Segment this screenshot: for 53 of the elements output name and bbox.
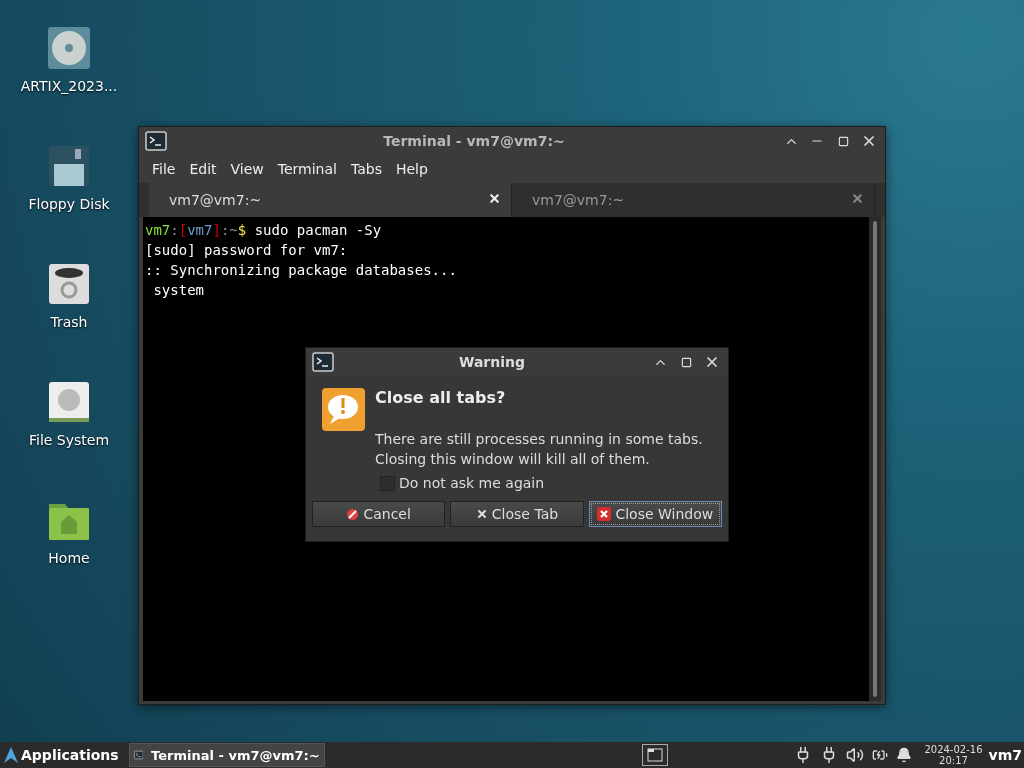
terminal-line: system	[152, 281, 205, 300]
terminal-line: vm7:[vm7]:~$ sudo pacman -Sy	[145, 221, 383, 240]
desktop-icon-label[interactable]: ARTIX_2023...	[20, 78, 118, 94]
show-desktop-button[interactable]	[642, 744, 669, 766]
window-icon	[647, 748, 664, 762]
dialog-heading: Close all tabs?	[375, 388, 507, 407]
close-icon	[704, 354, 720, 370]
logo-icon	[4, 747, 18, 763]
trash-icon	[47, 262, 91, 306]
notification-icon[interactable]	[896, 747, 913, 763]
menu-item[interactable]: File	[145, 161, 183, 177]
desktop-icon-label[interactable]: File System	[28, 432, 110, 448]
tab-label: vm7@vm7:~	[532, 192, 626, 208]
terminal-icon	[145, 131, 167, 151]
close-tab-icon[interactable]	[488, 192, 501, 205]
volume-icon[interactable]	[846, 746, 865, 764]
close-icon	[475, 508, 488, 520]
user-name[interactable]: vm7	[988, 747, 1024, 763]
scrollbar[interactable]	[869, 217, 881, 701]
desktop-icon-label[interactable]: Home	[48, 550, 90, 566]
menu-item[interactable]: Edit	[182, 161, 224, 177]
desktop-icon-label[interactable]: Trash	[50, 314, 88, 330]
dialog-button[interactable]: Cancel	[312, 501, 446, 527]
desktop-icon-label[interactable]: Floppy Disk	[28, 196, 110, 212]
menu-item[interactable]: Terminal	[270, 161, 344, 177]
close-tab-icon[interactable]	[851, 192, 864, 205]
tab-label: vm7@vm7:~	[169, 192, 263, 208]
dialog-title: Warning	[457, 354, 527, 370]
taskbar-window-button[interactable]: Terminal - vm7@vm7:~	[128, 743, 325, 767]
tab[interactable]: vm7@vm7:~	[149, 183, 512, 217]
clock[interactable]: 2024-02-16 20:17	[918, 744, 989, 766]
dialog-message: There are still processes running in some tabs.	[375, 430, 703, 449]
battery-icon[interactable]	[872, 747, 889, 763]
terminal-line: [sudo] password for vm7:	[145, 241, 349, 260]
dialog-button[interactable]: Close Tab	[450, 501, 584, 527]
close-icon	[861, 133, 877, 149]
menu-item[interactable]: Tabs	[343, 161, 389, 177]
cancel-icon	[346, 507, 360, 521]
window-title: Terminal - vm7@vm7:~	[382, 133, 566, 149]
menu-item[interactable]: View	[223, 161, 271, 177]
dialog-button[interactable]: Close Window	[588, 501, 722, 527]
dialog-message: Closing this window will kill all of them.	[375, 450, 651, 469]
hard-drive-icon	[47, 380, 91, 424]
terminal-icon	[312, 352, 334, 372]
menu-item[interactable]: Help	[388, 161, 435, 177]
applications-menu-button[interactable]: Applications	[0, 747, 123, 763]
terminal-line: :: Synchronizing package databases...	[145, 261, 458, 280]
maximize-icon	[680, 356, 692, 368]
maximize-icon	[837, 135, 849, 147]
warning-icon	[322, 388, 365, 431]
terminal-icon	[133, 747, 144, 763]
checkbox-label[interactable]: Do not ask me again	[399, 475, 545, 491]
close-icon	[597, 507, 612, 521]
